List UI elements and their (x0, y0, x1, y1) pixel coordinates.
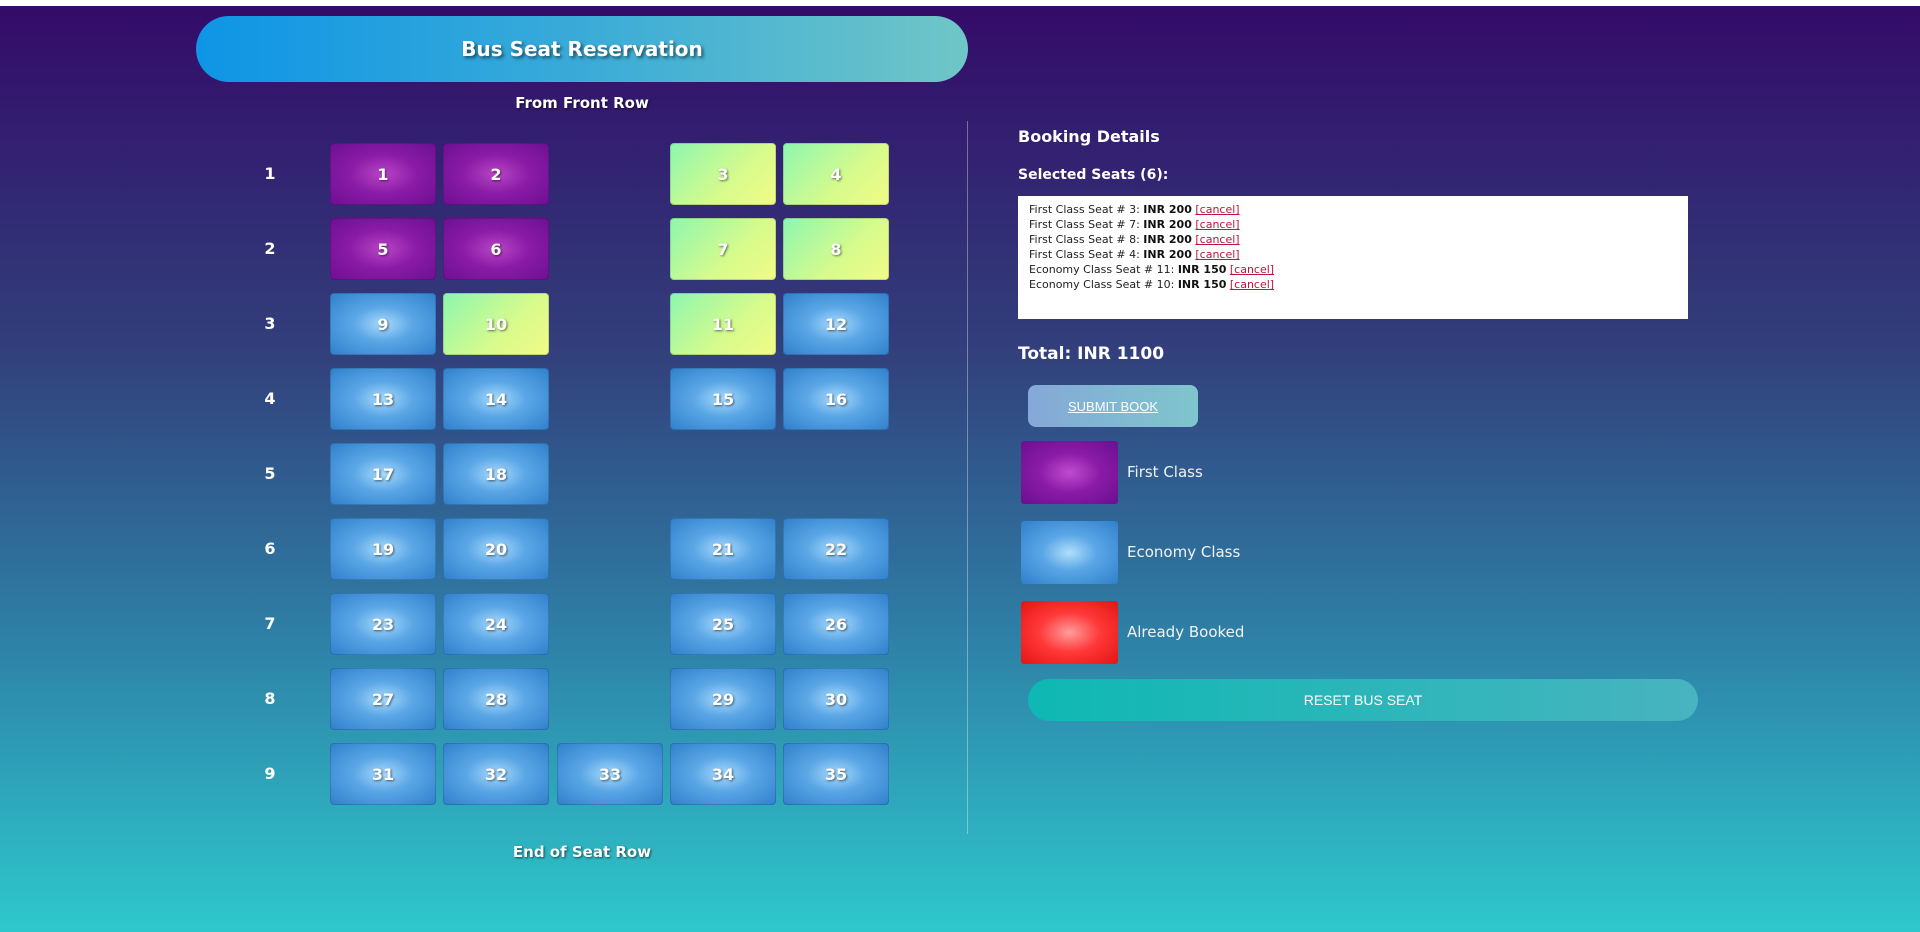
selected-seat-label: First Class Seat # 7: (1029, 218, 1144, 231)
seat-5[interactable]: 5 (330, 218, 436, 280)
cancel-seat-link[interactable]: [cancel] (1230, 263, 1274, 276)
seat-7[interactable]: 7 (670, 218, 776, 280)
legend-first-class-label: First Class (1127, 463, 1203, 481)
booking-details-title: Booking Details (1018, 127, 1160, 146)
legend-economy-class-label: Economy Class (1127, 543, 1241, 561)
seat-15[interactable]: 15 (670, 368, 776, 430)
selected-seat-item: First Class Seat # 8: INR 200 [cancel] (1029, 232, 1677, 247)
page-title: Bus Seat Reservation (461, 37, 703, 61)
selected-seat-price: INR 200 (1143, 218, 1192, 231)
seat-25[interactable]: 25 (670, 593, 776, 655)
selected-seat-item: First Class Seat # 3: INR 200 [cancel] (1029, 202, 1677, 217)
seat-6[interactable]: 6 (443, 218, 549, 280)
seat-23[interactable]: 23 (330, 593, 436, 655)
selected-seat-price: INR 200 (1143, 203, 1192, 216)
legend-already-booked-label: Already Booked (1127, 623, 1245, 641)
seat-28[interactable]: 28 (443, 668, 549, 730)
row-number: 8 (264, 689, 276, 708)
cancel-seat-link[interactable]: [cancel] (1195, 218, 1239, 231)
seat-10[interactable]: 10 (443, 293, 549, 355)
selected-seat-item: Economy Class Seat # 11: INR 150 [cancel… (1029, 262, 1677, 277)
seat-24[interactable]: 24 (443, 593, 549, 655)
row-number: 3 (264, 314, 276, 333)
title-banner: Bus Seat Reservation (196, 16, 968, 82)
seat-27[interactable]: 27 (330, 668, 436, 730)
selected-seats-list: First Class Seat # 3: INR 200 [cancel] Fi… (1018, 196, 1688, 319)
selected-seats-title: Selected Seats (6): (1018, 167, 1169, 183)
row-number: 1 (264, 164, 276, 183)
seat-8[interactable]: 8 (783, 218, 889, 280)
seat-2[interactable]: 2 (443, 143, 549, 205)
seat-29[interactable]: 29 (670, 668, 776, 730)
seat-33[interactable]: 33 (557, 743, 663, 805)
seat-11[interactable]: 11 (670, 293, 776, 355)
seat-31[interactable]: 31 (330, 743, 436, 805)
seat-26[interactable]: 26 (783, 593, 889, 655)
selected-seat-item: First Class Seat # 7: INR 200 [cancel] (1029, 217, 1677, 232)
selected-seat-label: Economy Class Seat # 10: (1029, 278, 1178, 291)
seat-30[interactable]: 30 (783, 668, 889, 730)
selected-seat-item: First Class Seat # 4: INR 200 [cancel] (1029, 247, 1677, 262)
seat-16[interactable]: 16 (783, 368, 889, 430)
seat-35[interactable]: 35 (783, 743, 889, 805)
cancel-seat-link[interactable]: [cancel] (1195, 248, 1239, 261)
cancel-seat-link[interactable]: [cancel] (1195, 233, 1239, 246)
selected-seat-price: INR 200 (1143, 248, 1192, 261)
seat-19[interactable]: 19 (330, 518, 436, 580)
submit-book-button[interactable]: SUBMIT BOOK (1028, 385, 1198, 427)
panel-divider (967, 121, 968, 834)
seat-22[interactable]: 22 (783, 518, 889, 580)
row-number: 9 (264, 764, 276, 783)
reset-bus-seat-button[interactable]: RESET BUS SEAT (1028, 679, 1698, 721)
row-number: 7 (264, 614, 276, 633)
front-row-label: From Front Row (515, 94, 649, 112)
selected-seat-label: Economy Class Seat # 11: (1029, 263, 1178, 276)
cancel-seat-link[interactable]: [cancel] (1195, 203, 1239, 216)
legend-already-booked-swatch (1021, 601, 1118, 664)
seat-20[interactable]: 20 (443, 518, 549, 580)
seat-3[interactable]: 3 (670, 143, 776, 205)
end-row-label: End of Seat Row (512, 843, 652, 861)
seat-13[interactable]: 13 (330, 368, 436, 430)
selected-seat-price: INR 150 (1177, 278, 1227, 291)
seat-21[interactable]: 21 (670, 518, 776, 580)
row-number: 2 (264, 239, 276, 258)
selected-seat-item: Economy Class Seat # 10: INR 150 [cancel… (1029, 277, 1677, 292)
selected-seat-label: First Class Seat # 4: (1029, 248, 1144, 261)
top-border (0, 0, 1920, 6)
selected-seat-label: First Class Seat # 3: (1029, 203, 1144, 216)
seat-1[interactable]: 1 (330, 143, 436, 205)
row-number: 4 (264, 389, 276, 408)
seat-4[interactable]: 4 (783, 143, 889, 205)
total-price: Total: INR 1100 (1018, 344, 1165, 364)
seat-12[interactable]: 12 (783, 293, 889, 355)
seat-9[interactable]: 9 (330, 293, 436, 355)
selected-seat-price: INR 200 (1143, 233, 1192, 246)
row-number: 5 (264, 464, 276, 483)
seat-34[interactable]: 34 (670, 743, 776, 805)
row-number: 6 (264, 539, 276, 558)
legend-first-class-swatch (1021, 441, 1118, 504)
cancel-seat-link[interactable]: [cancel] (1230, 278, 1274, 291)
selected-seat-price: INR 150 (1177, 263, 1227, 276)
seat-18[interactable]: 18 (443, 443, 549, 505)
legend-economy-class-swatch (1021, 521, 1118, 584)
seat-14[interactable]: 14 (443, 368, 549, 430)
selected-seat-label: First Class Seat # 8: (1029, 233, 1144, 246)
seat-32[interactable]: 32 (443, 743, 549, 805)
seat-17[interactable]: 17 (330, 443, 436, 505)
